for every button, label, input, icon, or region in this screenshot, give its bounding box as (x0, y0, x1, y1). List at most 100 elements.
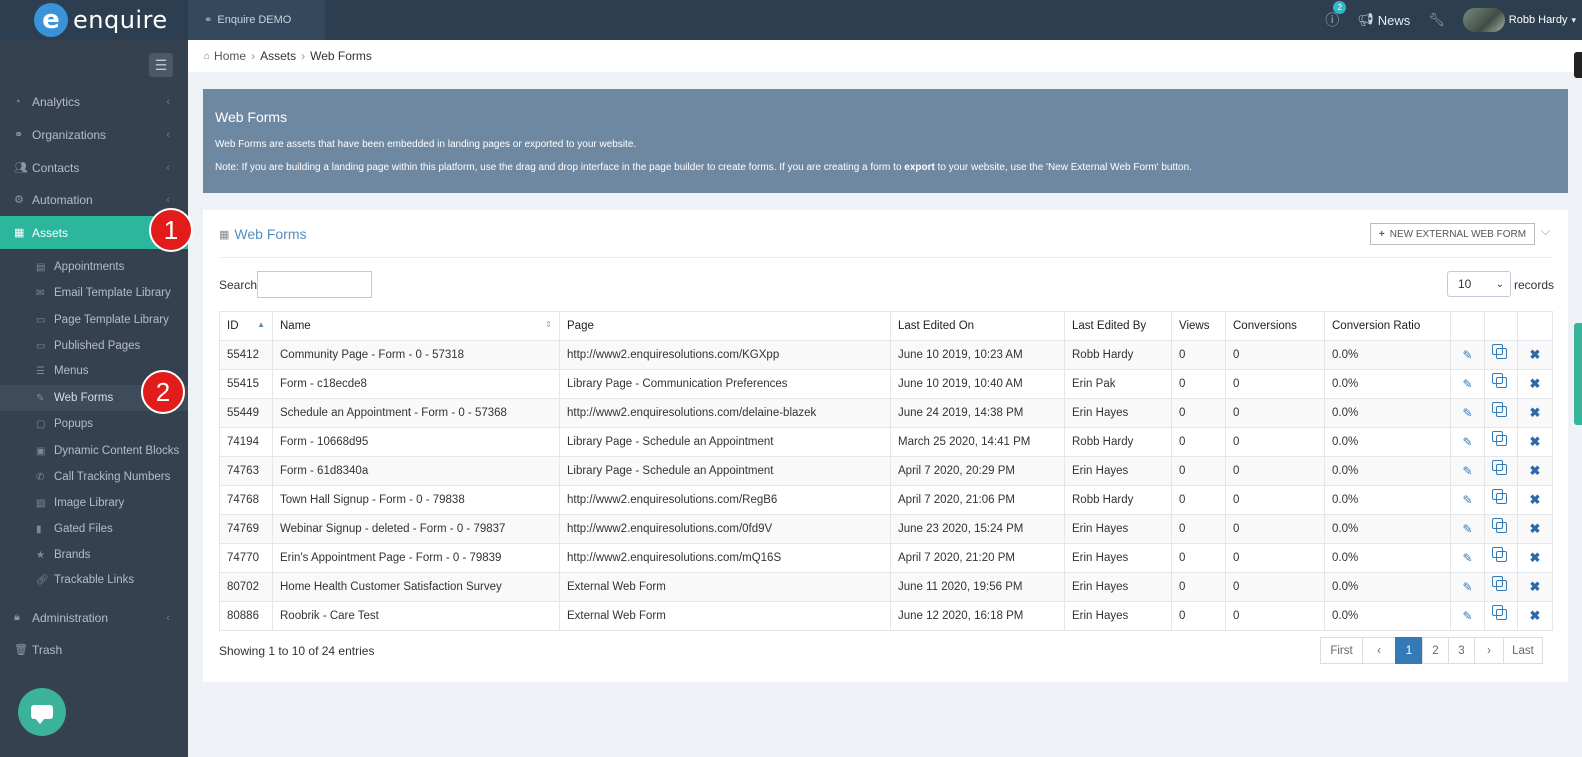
edit-button[interactable]: ✎ (1450, 601, 1485, 631)
chevron-left-icon: ‹ (166, 95, 170, 108)
breadcrumb-home[interactable]: Home (214, 49, 246, 63)
table-cell: Robb Hardy (1064, 340, 1172, 370)
file-icon: ▮ (36, 523, 42, 535)
delete-button[interactable]: ✖ (1517, 543, 1553, 573)
page-last-button[interactable]: Last (1503, 637, 1543, 664)
link-icon: 🔗︎ (36, 574, 49, 586)
edit-button[interactable]: ✎ (1450, 543, 1485, 573)
sidebar-sub-trackable-links[interactable]: 🔗︎ Trackable Links (0, 567, 188, 593)
page-1-button[interactable]: 1 (1395, 637, 1423, 664)
breadcrumb-assets[interactable]: Assets (260, 49, 296, 63)
calendar-icon: ▤ (36, 261, 46, 273)
page-3-button[interactable]: 3 (1448, 637, 1475, 664)
account-switcher[interactable]: ⚭ Enquire DEMO (188, 0, 325, 40)
table-cell: Home Health Customer Satisfaction Survey (272, 572, 560, 602)
copy-button[interactable] (1484, 485, 1518, 515)
sidebar-sub-dynamic-content-blocks[interactable]: ▣ Dynamic Content Blocks (0, 438, 188, 464)
copy-button[interactable] (1484, 543, 1518, 573)
column-header-name[interactable]: Name ⇕ (272, 311, 560, 341)
sidebar-sub-brands[interactable]: ★ Brands (0, 542, 188, 568)
close-icon: ✖ (1529, 550, 1541, 565)
column-header-last-edited-on[interactable]: Last Edited On (890, 311, 1065, 341)
edit-button[interactable]: ✎ (1450, 369, 1485, 399)
table-row: 55415 Form - c18ecde8 Library Page - Commu… (219, 369, 1553, 399)
grid-icon: ▦ (14, 227, 25, 239)
copy-button[interactable] (1484, 427, 1518, 457)
column-header-last-edited-by[interactable]: Last Edited By (1064, 311, 1172, 341)
sidebar-item-organizations[interactable]: ⚭ Organizations ‹ (0, 118, 188, 151)
records-value: 10 (1458, 277, 1472, 291)
edit-button[interactable]: ✎ (1450, 427, 1485, 457)
new-external-web-form-button[interactable]: + NEW EXTERNAL WEB FORM (1370, 223, 1535, 245)
table-cell: Roobrik - Care Test (272, 601, 560, 631)
edit-button[interactable]: ✎ (1450, 456, 1485, 486)
sidebar-sub-appointments[interactable]: ▤ Appointments (0, 254, 188, 280)
table-cell: Robb Hardy (1064, 427, 1172, 457)
sidebar-sub-published-pages[interactable]: ▭ Published Pages (0, 333, 188, 359)
phone-icon: ✆ (36, 471, 45, 483)
column-header-id[interactable]: ID ▲ (219, 311, 273, 341)
sidebar-sub-popups[interactable]: ▢ Popups (0, 411, 188, 437)
delete-button[interactable]: ✖ (1517, 369, 1553, 399)
sidebar-sub-call-tracking-numbers[interactable]: ✆ Call Tracking Numbers (0, 464, 188, 490)
delete-button[interactable]: ✖ (1517, 340, 1553, 370)
breadcrumb-separator: › (251, 49, 256, 63)
home-icon: ⌂ (204, 50, 211, 62)
edit-button[interactable]: ✎ (1450, 572, 1485, 602)
copy-button[interactable] (1484, 456, 1518, 486)
copy-button[interactable] (1484, 601, 1518, 631)
page-2-button[interactable]: 2 (1422, 637, 1449, 664)
chat-button[interactable] (18, 688, 66, 736)
copy-button[interactable] (1484, 369, 1518, 399)
close-icon: ✖ (1529, 608, 1541, 623)
copy-button[interactable] (1484, 398, 1518, 428)
table-cell: April 7 2020, 21:20 PM (890, 543, 1065, 573)
sidebar-sub-page-template-library[interactable]: ▭ Page Template Library (0, 307, 188, 333)
news-button[interactable]: 📢︎ News (1357, 12, 1410, 28)
copy-button[interactable] (1484, 572, 1518, 602)
menu-toggle-icon[interactable]: ☰ (149, 53, 173, 77)
delete-button[interactable]: ✖ (1517, 514, 1553, 544)
user-menu[interactable]: Robb Hardy ▾ (1462, 8, 1576, 32)
delete-button[interactable]: ✖ (1517, 485, 1553, 515)
scroll-indicator[interactable] (1574, 323, 1582, 425)
close-icon: ✖ (1529, 521, 1541, 536)
delete-button[interactable]: ✖ (1517, 601, 1553, 631)
column-header-conversion-ratio[interactable]: Conversion Ratio (1324, 311, 1451, 341)
sitemap-icon: ⚭ (204, 14, 213, 26)
search-input[interactable] (257, 271, 372, 298)
copy-button[interactable] (1484, 340, 1518, 370)
sidebar-sub-email-template-library[interactable]: ✉ Email Template Library (0, 280, 188, 306)
delete-button[interactable]: ✖ (1517, 398, 1553, 428)
sidebar-sub-image-library[interactable]: ▨ Image Library (0, 490, 188, 516)
sidebar-sub-gated-files[interactable]: ▮ Gated Files (0, 516, 188, 542)
records-per-page-select[interactable]: 10 ⌄ (1447, 271, 1511, 297)
delete-button[interactable]: ✖ (1517, 572, 1553, 602)
settings-button[interactable]: 🔧︎ (1428, 12, 1445, 28)
column-header-page[interactable]: Page (559, 311, 891, 341)
page-prev-button[interactable]: ‹ (1362, 637, 1396, 664)
edit-button[interactable]: ✎ (1450, 514, 1485, 544)
pencil-icon: ✎ (1462, 551, 1473, 565)
page-first-button[interactable]: First (1320, 637, 1363, 664)
sidebar-item-contacts[interactable]: 👥︎ Contacts ‹ (0, 151, 188, 184)
banner-description: Web Forms are assets that have been embe… (215, 139, 637, 150)
sidebar-item-analytics[interactable]: ◔ Analytics ‹ (0, 85, 188, 118)
edit-button[interactable]: ✎ (1450, 340, 1485, 370)
copy-button[interactable] (1484, 514, 1518, 544)
table-cell: 0.0% (1324, 456, 1451, 486)
column-header-views[interactable]: Views (1171, 311, 1226, 341)
side-panel-handle[interactable] (1574, 52, 1582, 78)
sidebar-item-administration[interactable]: 🔒︎ Administration ‹ (0, 601, 188, 634)
delete-button[interactable]: ✖ (1517, 456, 1553, 486)
sidebar-item-trash[interactable]: 🗑︎ Trash (0, 633, 188, 666)
collapse-chevron-icon[interactable]: ⌵ (1541, 224, 1550, 239)
page-next-button[interactable]: › (1474, 637, 1504, 664)
notifications-button[interactable]: ⓘ 2 (1325, 1, 1347, 30)
edit-button[interactable]: ✎ (1450, 485, 1485, 515)
edit-button[interactable]: ✎ (1450, 398, 1485, 428)
brand-logo[interactable]: e enquire (0, 0, 188, 40)
table-cell: 0.0% (1324, 601, 1451, 631)
column-header-conversions[interactable]: Conversions (1225, 311, 1325, 341)
delete-button[interactable]: ✖ (1517, 427, 1553, 457)
